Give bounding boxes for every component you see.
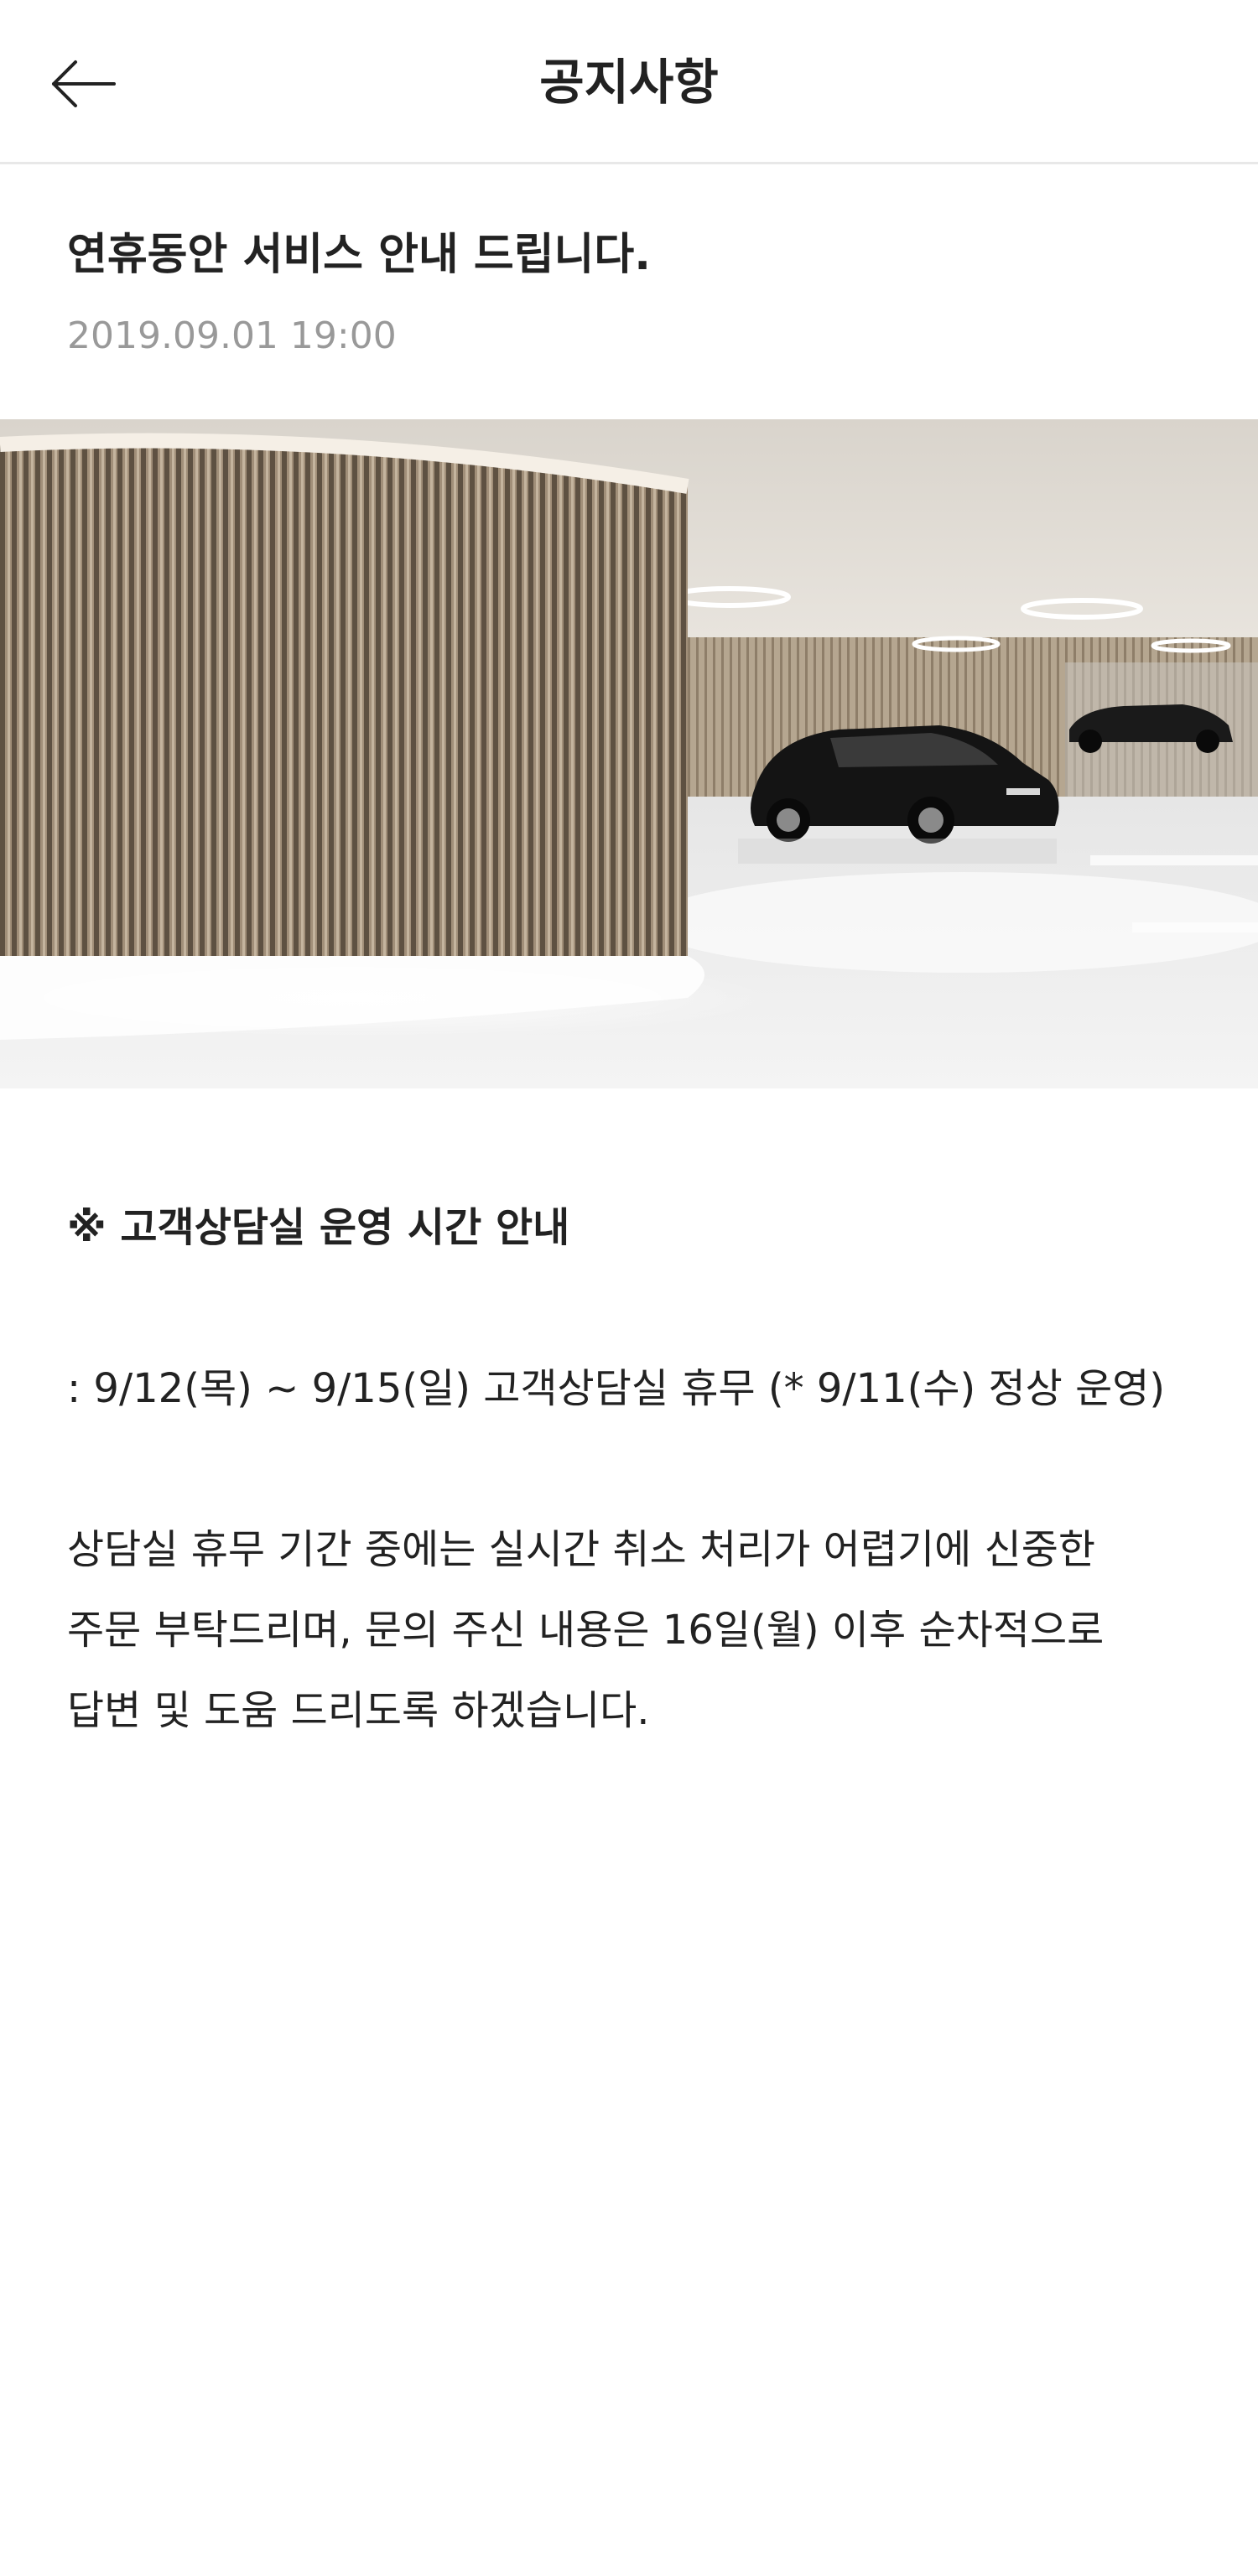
section-heading: ※ 고객상담실 운영 시간 안내 [67,1204,570,1251]
back-button[interactable] [50,42,151,126]
arrow-left-icon [50,59,117,109]
body-line: 주문 부탁드리며, 문의 주신 내용은 16일(월) 이후 순차적으로 [67,1607,1105,1654]
app-header: 공지사항 [0,0,1258,164]
notice-title: 연휴동안 서비스 안내 드립니다. [67,230,651,280]
page-title: 공지사항 [539,54,719,111]
notice-body: ※ 고객상담실 운영 시간 안내 : 9/12(목) ~ 9/15(일) 고객상… [67,1187,1199,1751]
body-line: 답변 및 도움 드리도록 하겠습니다. [67,1687,650,1734]
hero-image [0,419,1258,1088]
body-line: 상담실 휴무 기간 중에는 실시간 취소 처리가 어렵기에 신중한 [67,1526,1096,1573]
schedule-text: : 9/12(목) ~ 9/15(일) 고객상담실 휴무 (* 9/11(수) … [67,1365,1166,1412]
notice-date: 2019.09.01 19:00 [67,314,397,357]
notice-header: 연휴동안 서비스 안내 드립니다. 2019.09.01 19:00 [67,221,1191,366]
car-showroom-photo [0,419,1258,1088]
